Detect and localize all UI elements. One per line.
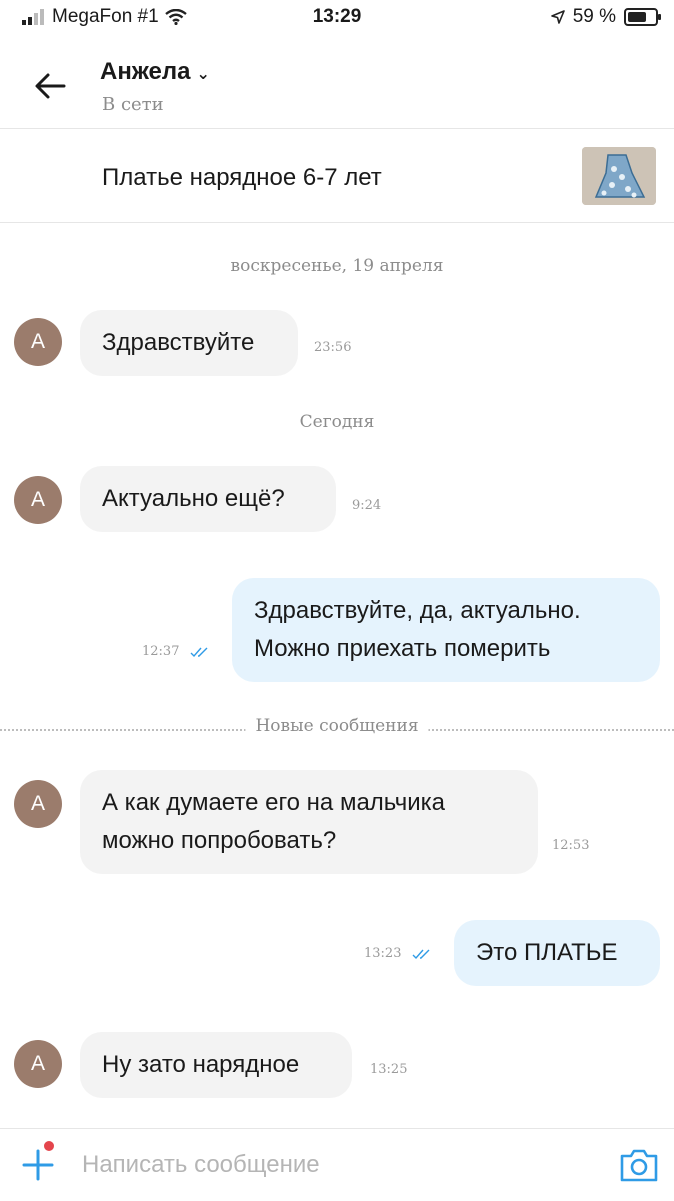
notification-dot bbox=[44, 1141, 54, 1151]
battery-percent: 59 % bbox=[572, 6, 616, 27]
message-text: А как думаете его на мальчика bbox=[102, 789, 445, 816]
message-text: можно попробовать? bbox=[102, 827, 337, 854]
chevron-down-icon: ⌄ bbox=[196, 66, 210, 83]
location-arrow-icon bbox=[550, 10, 565, 24]
date-separator: воскресенье, 19 апреля bbox=[230, 256, 444, 276]
message-text: Актуально ещё? bbox=[102, 485, 285, 512]
message-time: 12:53 bbox=[552, 838, 590, 853]
avatar[interactable]: А bbox=[14, 476, 62, 524]
message-status: 13:23 bbox=[364, 946, 434, 961]
incoming-message[interactable]: Ну зато нарядное bbox=[80, 1032, 352, 1098]
outgoing-message[interactable]: Здравствуйте, да, актуально. Можно приех… bbox=[232, 578, 660, 682]
avatar[interactable]: А bbox=[14, 1040, 62, 1088]
message-composer bbox=[0, 1128, 674, 1201]
plus-icon[interactable] bbox=[18, 1145, 58, 1185]
message-time: 12:37 bbox=[142, 644, 180, 659]
status-bar: MegaFon #1 13:29 59 % bbox=[0, 0, 674, 38]
message-input[interactable] bbox=[82, 1149, 562, 1181]
back-arrow-icon[interactable] bbox=[30, 66, 70, 106]
message-text: Ну зато нарядное bbox=[102, 1051, 300, 1078]
contact-name-label: Анжела bbox=[100, 58, 191, 85]
message-time: 13:25 bbox=[370, 1062, 408, 1077]
listing-banner[interactable]: Платье нарядное 6-7 лет bbox=[0, 130, 674, 223]
battery-icon bbox=[624, 8, 661, 26]
contact-name[interactable]: Анжела ⌄ bbox=[100, 58, 210, 86]
message-time: 23:56 bbox=[314, 340, 352, 355]
contact-status: В сети bbox=[102, 94, 164, 115]
message-time: 9:24 bbox=[352, 498, 382, 513]
new-messages-label: Новые сообщения bbox=[245, 716, 429, 736]
incoming-message[interactable]: Актуально ещё? bbox=[80, 466, 336, 532]
message-text: Это ПЛАТЬЕ bbox=[476, 939, 618, 966]
date-separator: Сегодня bbox=[299, 412, 375, 432]
double-check-icon bbox=[412, 949, 430, 959]
listing-thumbnail[interactable] bbox=[582, 147, 656, 205]
avatar[interactable]: А bbox=[14, 780, 62, 828]
incoming-message[interactable]: А как думаете его на мальчика можно попр… bbox=[80, 770, 538, 874]
message-text: Здравствуйте bbox=[102, 329, 255, 356]
message-text: Можно приехать померить bbox=[254, 635, 551, 662]
double-check-icon bbox=[190, 647, 208, 657]
camera-icon[interactable] bbox=[618, 1145, 660, 1185]
avatar[interactable]: А bbox=[14, 318, 62, 366]
chat-header: Анжела ⌄ В сети bbox=[0, 40, 674, 129]
new-messages-divider: Новые сообщения bbox=[0, 712, 674, 742]
dress-photo bbox=[582, 147, 656, 205]
outgoing-message[interactable]: Это ПЛАТЬЕ bbox=[454, 920, 660, 986]
message-time: 13:23 bbox=[364, 946, 402, 961]
listing-title: Платье нарядное 6-7 лет bbox=[102, 164, 382, 191]
message-text: Здравствуйте, да, актуально. bbox=[254, 597, 581, 624]
message-status: 12:37 bbox=[142, 644, 212, 659]
incoming-message[interactable]: Здравствуйте bbox=[80, 310, 298, 376]
